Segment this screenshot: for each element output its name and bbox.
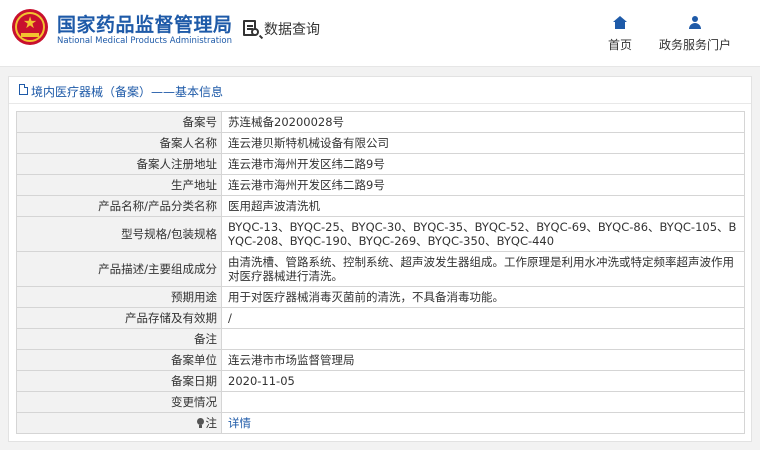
field-label: 产品描述/主要组成成分: [16, 251, 222, 287]
nav-service-portal-label: 政务服务门户: [658, 38, 731, 52]
field-label: 备注: [16, 328, 222, 350]
details-link[interactable]: 详情: [228, 416, 251, 430]
table-row: 预期用途 用于对医疗器械消毒灭菌前的清洗，不具备消毒功能。: [16, 286, 745, 308]
field-label: 备案人名称: [16, 132, 222, 154]
data-query-label: 数据查询: [264, 22, 320, 38]
field-value: 连云港市海州开发区纬二路9号: [221, 153, 745, 175]
table-row: 型号规格/包装规格 BYQC-13、BYQC-25、BYQC-30、BYQC-3…: [16, 216, 745, 252]
field-value: /: [221, 307, 745, 329]
table-row: 备案日期 2020-11-05: [16, 370, 745, 392]
table-row: 生产地址 连云港市海州开发区纬二路9号: [16, 174, 745, 196]
field-value-cell: 详情: [221, 412, 745, 434]
table-row: 注 详情: [16, 412, 745, 434]
panel-title: 境内医疗器械（备案）——基本信息: [31, 85, 224, 99]
table-row: 产品描述/主要组成成分 由清洗槽、管路系统、控制系统、超声波发生器组成。工作原理…: [16, 251, 745, 287]
field-value: [221, 328, 745, 350]
nav-home-label: 首页: [607, 38, 632, 52]
note-label-cell: 注: [16, 412, 222, 434]
page-icon: [19, 84, 28, 95]
field-value: 苏连械备20200028号: [221, 111, 745, 133]
user-icon: [689, 16, 701, 29]
magnifier-icon: [251, 28, 259, 36]
table-row: 备注: [16, 328, 745, 350]
field-value: BYQC-13、BYQC-25、BYQC-30、BYQC-35、BYQC-52、…: [221, 216, 745, 252]
record-panel: 境内医疗器械（备案）——基本信息 备案号 苏连械备20200028号 备案人名称…: [8, 76, 752, 442]
table-row: 产品存储及有效期 /: [16, 307, 745, 329]
site-name-english: National Medical Products Administration: [57, 36, 232, 46]
table-row: 产品名称/产品分类名称 医用超声波清洗机: [16, 195, 745, 217]
field-label: 预期用途: [16, 286, 222, 308]
record-table: 备案号 苏连械备20200028号 备案人名称 连云港贝斯特机械设备有限公司 备…: [16, 111, 745, 434]
table-row: 备案单位 连云港市市场监督管理局: [16, 349, 745, 371]
field-value: 2020-11-05: [221, 370, 745, 392]
field-value: 连云港市市场监督管理局: [221, 349, 745, 371]
site-header: ★ 国家药品监督管理局 National Medical Products Ad…: [0, 0, 760, 67]
national-emblem-icon: ★: [12, 9, 48, 45]
site-name[interactable]: 国家药品监督管理局: [57, 10, 233, 37]
home-icon: [613, 16, 627, 29]
field-value: 用于对医疗器械消毒灭菌前的清洗，不具备消毒功能。: [221, 286, 745, 308]
field-label: 备案人注册地址: [16, 153, 222, 175]
field-label: 备案号: [16, 111, 222, 133]
field-label: 产品存储及有效期: [16, 307, 222, 329]
bulb-icon: [196, 418, 204, 428]
table-row: 备案人注册地址 连云港市海州开发区纬二路9号: [16, 153, 745, 175]
nav-home[interactable]: 首页: [600, 14, 640, 53]
field-value: 医用超声波清洗机: [221, 195, 745, 217]
table-row: 备案号 苏连械备20200028号: [16, 111, 745, 133]
field-label: 生产地址: [16, 174, 222, 196]
field-label: 型号规格/包装规格: [16, 216, 222, 252]
field-label: 备案单位: [16, 349, 222, 371]
nav-service-portal[interactable]: 政务服务门户: [655, 14, 735, 53]
field-label: 注: [205, 416, 218, 430]
panel-title-bar: 境内医疗器械（备案）——基本信息: [9, 77, 751, 104]
field-value: [221, 391, 745, 413]
field-label: 变更情况: [16, 391, 222, 413]
field-value: 连云港贝斯特机械设备有限公司: [221, 132, 745, 154]
table-row: 备案人名称 连云港贝斯特机械设备有限公司: [16, 132, 745, 154]
field-label: 备案日期: [16, 370, 222, 392]
field-value: 连云港市海州开发区纬二路9号: [221, 174, 745, 196]
field-label: 产品名称/产品分类名称: [16, 195, 222, 217]
table-row: 变更情况: [16, 391, 745, 413]
field-value: 由清洗槽、管路系统、控制系统、超声波发生器组成。工作原理是利用水冲洗或特定频率超…: [221, 251, 745, 287]
